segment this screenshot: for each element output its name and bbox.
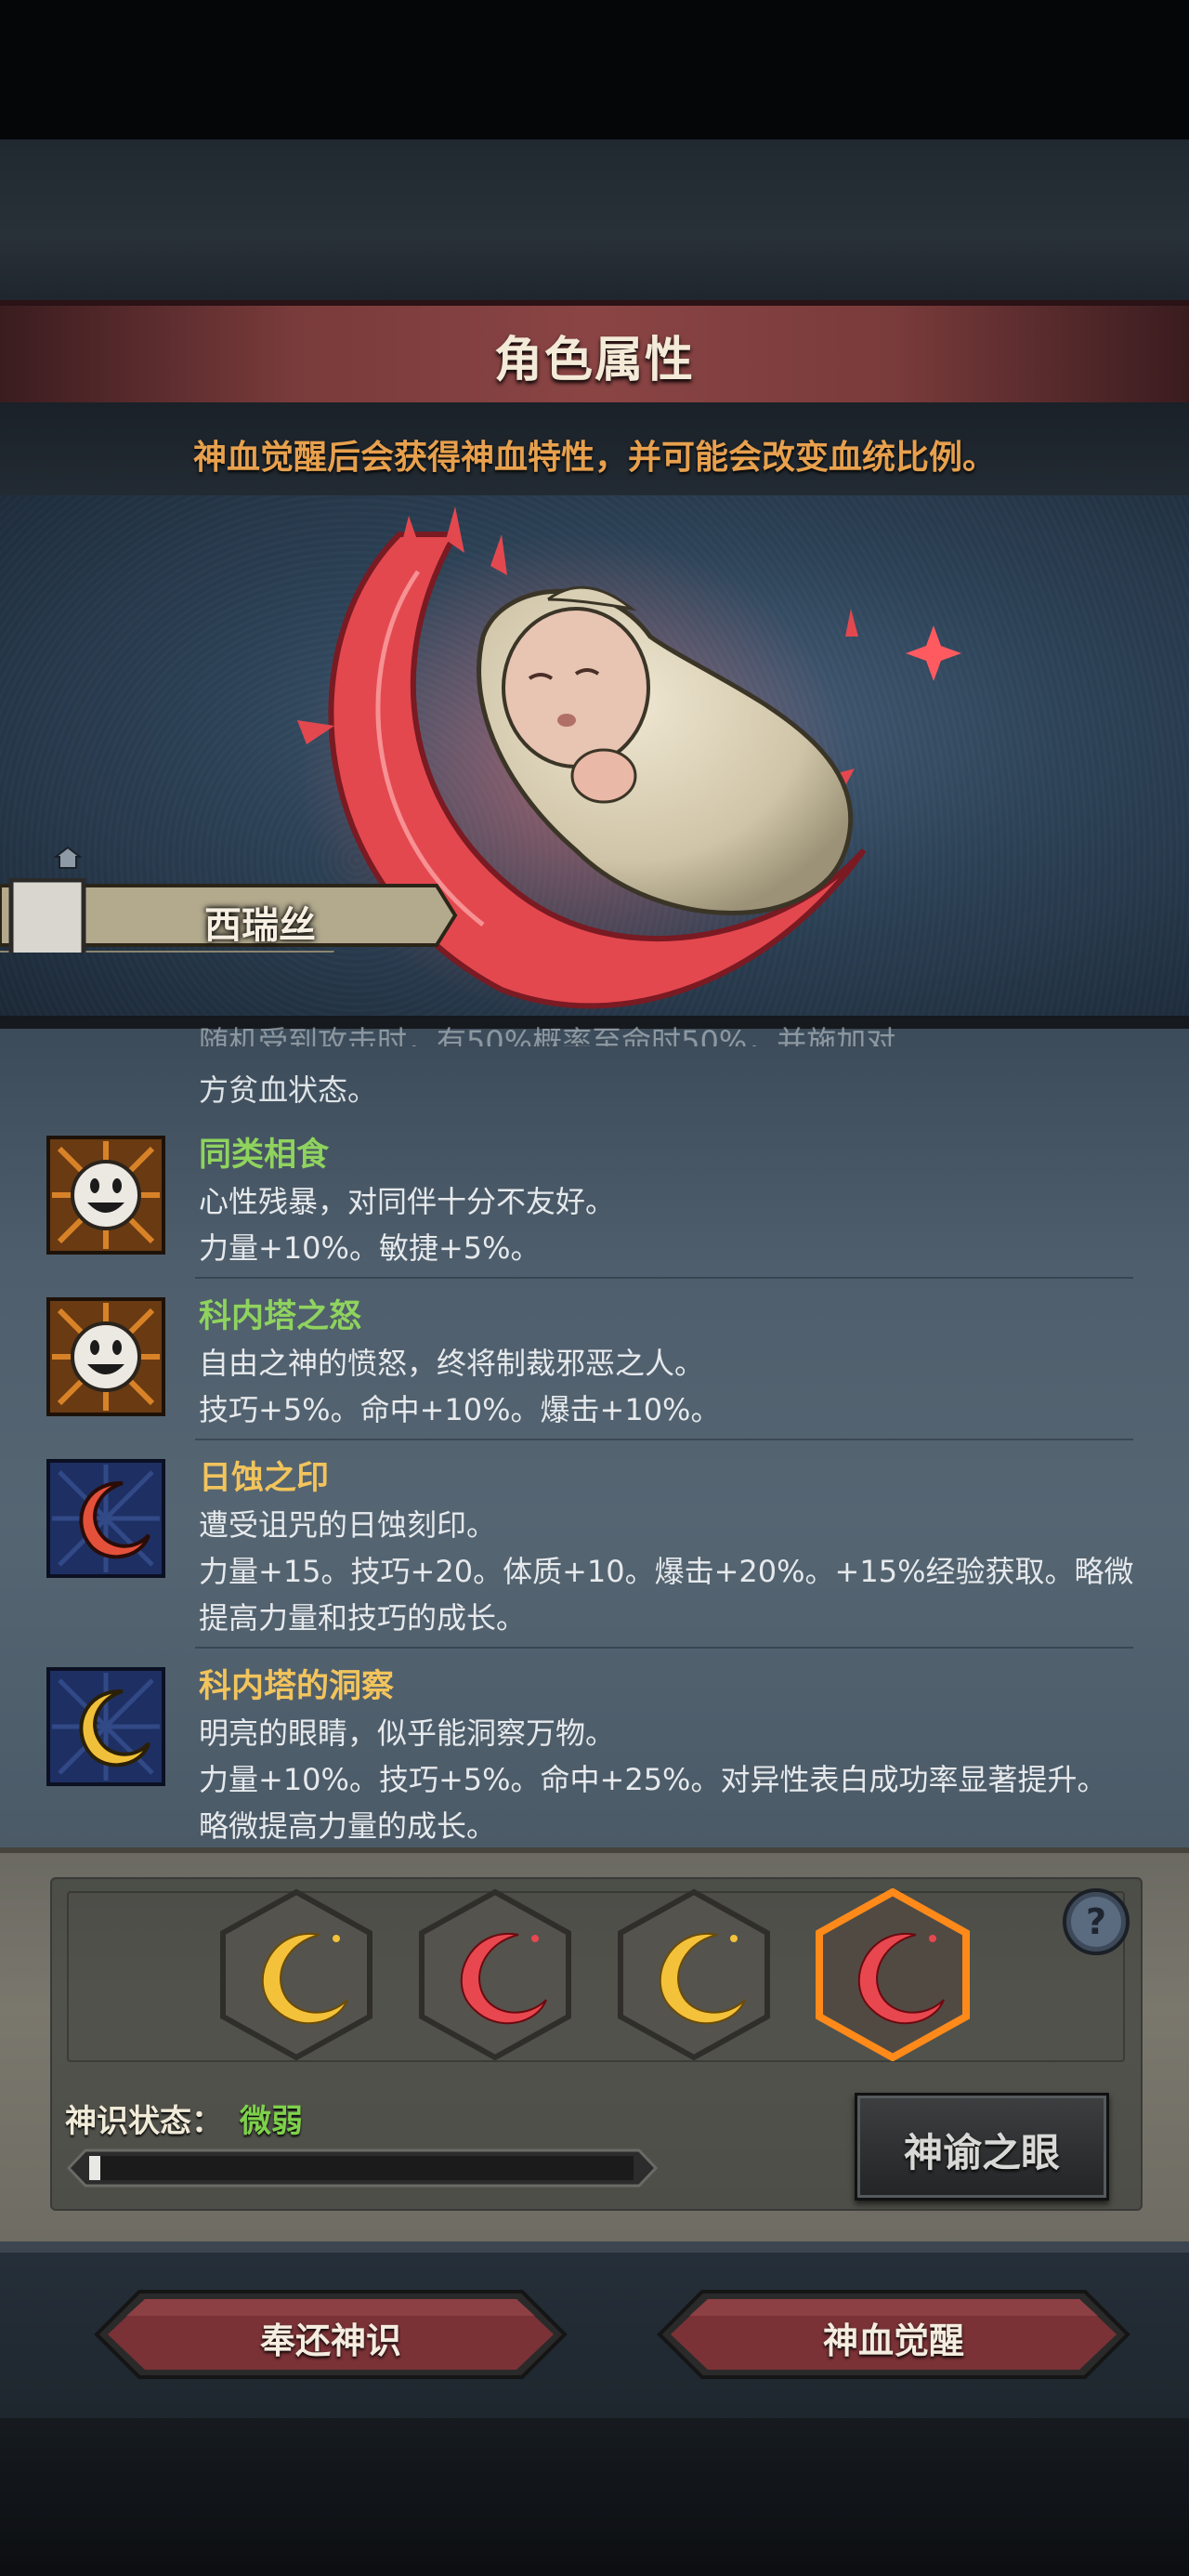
divine-sense-progress-bar xyxy=(66,2149,659,2188)
trait-overflow-line: 方贫血状态。 xyxy=(199,1072,378,1108)
return-divine-sense-button[interactable]: 奉还神识 xyxy=(93,2288,568,2381)
progress-fill xyxy=(89,2156,100,2180)
top-band xyxy=(0,139,1189,302)
svg-text:?: ? xyxy=(1086,1901,1106,1942)
trait-cut-line: 随机受到攻击时，有50%概率至命时50%，并施加对 xyxy=(199,1024,896,1046)
trait-description: 心性残暴，对同伴十分不友好。 xyxy=(199,1184,616,1219)
trait-effect: 略微提高力量的成长。 xyxy=(199,1808,497,1844)
page-title: 角色属性 xyxy=(493,333,695,388)
gold-crescent-icon[interactable] xyxy=(217,1888,375,2061)
red-crescent-icon xyxy=(46,1459,165,1578)
trait-effect: 力量+10%。技巧+5%。命中+25%。对异性表白成功率显著提升。 xyxy=(199,1762,1107,1797)
sparkle-icon xyxy=(906,625,961,681)
trait-effect: 技巧+5%。命中+10%。爆击+10%。 xyxy=(199,1392,721,1427)
question-mark-icon[interactable]: ? xyxy=(1061,1886,1131,1957)
trait-divider xyxy=(195,1647,1133,1649)
oracle-eye-label: 神谕之眼 xyxy=(903,2130,1060,2175)
top-blackbar xyxy=(0,0,1189,139)
character-name: 西瑞丝 xyxy=(204,904,316,947)
trait-name: 日蚀之印 xyxy=(199,1460,330,1497)
header-banner: 角色属性 xyxy=(0,300,1189,408)
trait-description: 明亮的眼睛，似乎能洞察万物。 xyxy=(199,1715,616,1751)
divine-blood-awaken-button[interactable]: 神血觉醒 xyxy=(656,2288,1131,2381)
trait-name: 科内塔的洞察 xyxy=(199,1668,395,1705)
trait-effect: 力量+10%。敏捷+5%。 xyxy=(199,1230,541,1266)
trait-divider xyxy=(195,1439,1133,1440)
smiley-face-icon xyxy=(46,1297,165,1416)
notice-band: 神血觉醒后会获得神血特性，并可能会改变血统比例。 xyxy=(0,402,1189,495)
trait-name: 科内塔之怒 xyxy=(199,1298,362,1335)
oracle-eye-button[interactable]: 神谕之眼 xyxy=(855,2093,1109,2201)
bottom-bar xyxy=(0,2418,1189,2576)
action-bar-strip xyxy=(0,2241,1189,2253)
trait-effect: 提高力量和技巧的成长。 xyxy=(199,1600,527,1636)
trait-description: 遭受诅咒的日蚀刻印。 xyxy=(199,1507,497,1543)
status-value: 微弱 xyxy=(240,2103,303,2140)
status-label: 神识状态： xyxy=(65,2103,223,2140)
smiley-face-icon xyxy=(46,1136,165,1255)
gold-crescent-icon xyxy=(46,1667,165,1786)
red-crescent-icon-selected[interactable] xyxy=(814,1888,972,2061)
trait-effect: 力量+15。技巧+20。体质+10。爆击+20%。+15%经验获取。略微 xyxy=(199,1554,1134,1589)
home-icon xyxy=(54,846,82,869)
divine-blood-awaken-label: 神血觉醒 xyxy=(822,2320,964,2361)
gold-crescent-icon[interactable] xyxy=(615,1888,773,2061)
return-divine-sense-label: 奉还神识 xyxy=(259,2320,401,2361)
trait-divider xyxy=(195,1277,1133,1279)
trait-description: 自由之神的愤怒，终将制裁邪恶之人。 xyxy=(199,1346,705,1381)
red-crescent-icon[interactable] xyxy=(416,1888,574,2061)
trait-name: 同类相食 xyxy=(199,1137,330,1174)
notice-text: 神血觉醒后会获得神血特性，并可能会改变血统比例。 xyxy=(192,439,996,477)
